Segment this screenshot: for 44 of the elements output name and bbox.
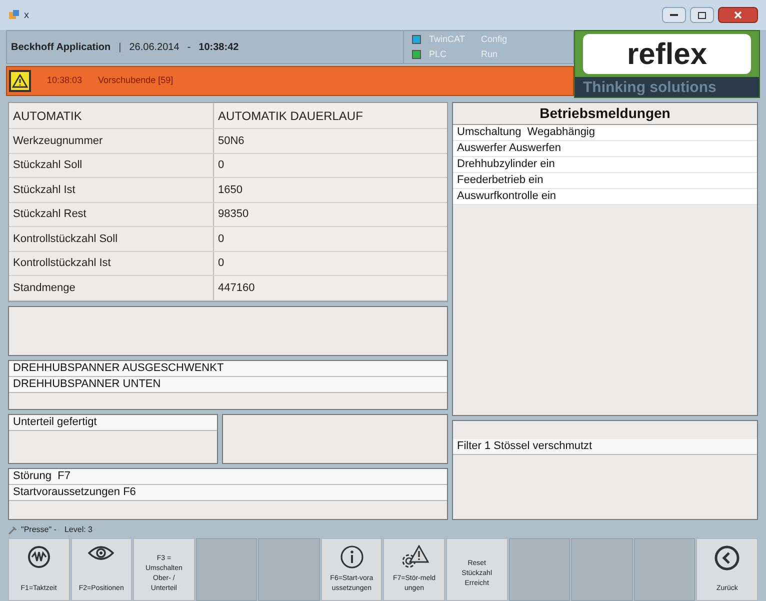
- time-text: 10:38:42: [198, 40, 239, 54]
- function-key[interactable]: [571, 538, 633, 601]
- close-button[interactable]: [718, 7, 758, 23]
- message-text: Startvoraussetzungen F6: [9, 484, 447, 500]
- function-key[interactable]: [634, 538, 696, 601]
- waveform-icon: [26, 545, 51, 569]
- function-key[interactable]: [508, 538, 570, 601]
- logo-tagline: Thinking solutions: [575, 77, 759, 97]
- wrench-icon: [8, 526, 17, 534]
- info-icon: [340, 545, 364, 569]
- message-text: Auswurfkontrolle ein: [453, 189, 757, 205]
- alarm-message: Vorschubende [59]: [98, 74, 174, 88]
- message-text: DREHHUBSPANNER AUSGESCHWENKT: [9, 360, 447, 376]
- indicator-name: PLC: [429, 48, 448, 61]
- indicator-name: TwinCAT: [429, 32, 466, 46]
- close-icon: [734, 11, 742, 19]
- alarm-time: 10:38:03: [47, 74, 82, 88]
- function-key[interactable]: [196, 538, 258, 601]
- app-icon: [8, 9, 20, 21]
- eye-icon: [88, 545, 114, 561]
- level-text: Level: 3: [64, 524, 92, 536]
- divider-text: |: [118, 40, 122, 54]
- warning-button[interactable]: [9, 70, 31, 92]
- message-text: DREHHUBSPANNER UNTEN: [9, 376, 447, 392]
- message-text: Auswerfer Auswerfen: [453, 141, 757, 157]
- warning-icon: [12, 74, 28, 88]
- indicator-state: Config: [481, 32, 508, 46]
- application-name: Beckhoff Application: [11, 40, 111, 54]
- message-text: Unterteil gefertigt: [9, 414, 217, 430]
- date-text: 26.06.2014: [129, 40, 180, 54]
- function-key[interactable]: [258, 538, 320, 601]
- message-text: Störung F7: [9, 468, 447, 484]
- message-text: Drehhubzylinder ein: [453, 157, 757, 173]
- message-text: Feederbetrieb ein: [453, 173, 757, 189]
- message-text: Umschaltung Wegabhängig: [453, 125, 757, 141]
- minimize-button[interactable]: [662, 7, 686, 23]
- machine-name: "Presse" -: [21, 524, 56, 536]
- indicator-state: Run: [481, 48, 498, 61]
- logo: reflex: [583, 34, 751, 74]
- window-title: x: [24, 8, 29, 22]
- message-text: Filter 1 Stössel verschmutzt: [453, 439, 757, 455]
- separator-text: -: [187, 40, 191, 54]
- maximize-button[interactable]: [690, 7, 714, 23]
- back-icon: [714, 545, 740, 571]
